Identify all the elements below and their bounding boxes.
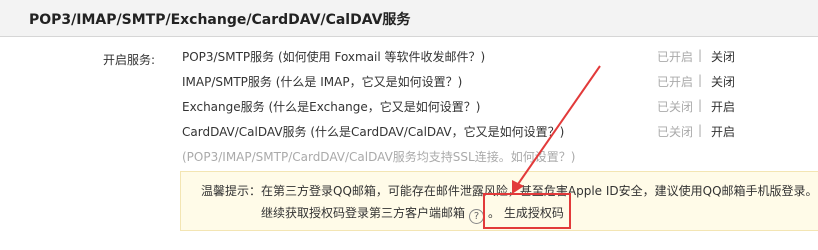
annotation-arrow-icon — [512, 65, 601, 194]
